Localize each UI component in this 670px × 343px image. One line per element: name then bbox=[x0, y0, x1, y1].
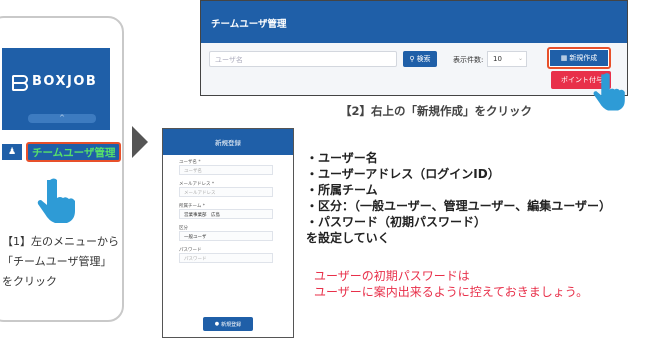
password-note: ユーザーの初期パスワードは ユーザーに案内出来るように控えておきましょう。 bbox=[314, 268, 588, 300]
sidebar-preview-card: BOXJOB ^ ♟ チームユーザ管理 【1】左のメニューから 「チームユーザ管… bbox=[0, 16, 124, 322]
page-title: チームユーザ管理 bbox=[211, 19, 287, 30]
new-create-label: 新規作成 bbox=[569, 54, 598, 62]
page-header: チームユーザ管理 bbox=[201, 1, 627, 43]
step1-line: 「チームユーザ管理」 bbox=[2, 255, 112, 268]
user-icon: ● bbox=[214, 321, 220, 327]
list-item: を設定していく bbox=[306, 231, 390, 245]
boxjob-logo-icon bbox=[12, 74, 28, 91]
pointing-hand-icon bbox=[37, 178, 75, 223]
form-title: 新規登録 bbox=[163, 129, 293, 155]
new-create-button[interactable]: ▦ 新規作成 bbox=[547, 47, 611, 69]
next-step-arrow-icon bbox=[132, 126, 148, 158]
note-line: ユーザーに案内出来るように控えておきましょう。 bbox=[314, 285, 589, 299]
new-registration-form: 新規登録 ユーザ名 * ユーザ名 メールアドレス * メールアドレス 所属チーム… bbox=[162, 128, 294, 338]
logo-text: BOXJOB bbox=[32, 74, 98, 89]
note-line: ユーザーの初期パスワードは bbox=[314, 269, 470, 283]
count-select[interactable]: 10 ⌄ bbox=[487, 51, 527, 67]
list-item: ・ユーザーアドレス（ログインID） bbox=[306, 167, 500, 181]
sidebar-header: BOXJOB ^ bbox=[2, 48, 110, 130]
search-icon: ⚲ bbox=[409, 55, 415, 63]
team-user-management-screen: チームユーザ管理 ユーザ名 ⚲ 検索 表示件数: 10 ⌄ ▦ 新規作成 ポイン… bbox=[200, 0, 628, 111]
list-item: ・所属チーム bbox=[306, 183, 378, 197]
pointing-hand-icon bbox=[593, 73, 625, 111]
list-item: ・ユーザー名 bbox=[306, 151, 378, 165]
boxjob-logo: BOXJOB bbox=[12, 74, 98, 91]
step1-line: をクリック bbox=[2, 275, 57, 288]
sidebar-collapse-button[interactable]: ^ bbox=[28, 114, 96, 123]
search-placeholder: ユーザ名 bbox=[215, 56, 243, 64]
list-item: ・区分：（一般ユーザー、管理ユーザー、編集ユーザー） bbox=[306, 199, 612, 213]
list-item: ・パスワード（初期パスワード） bbox=[306, 215, 487, 229]
step1-line: 【1】左のメニューから bbox=[2, 235, 119, 248]
users-icon: ♟ bbox=[2, 144, 22, 160]
chevron-up-icon: ^ bbox=[59, 114, 65, 122]
search-input[interactable]: ユーザ名 bbox=[209, 51, 397, 67]
email-field[interactable]: メールアドレス bbox=[179, 187, 273, 197]
step1-caption: 【1】左のメニューから 「チームユーザ管理」 をクリック bbox=[2, 232, 122, 292]
password-field[interactable]: パスワード bbox=[179, 253, 273, 263]
sidebar-item-label: チームユーザ管理 bbox=[32, 146, 116, 159]
register-button-label: 新規登録 bbox=[221, 321, 242, 328]
register-button[interactable]: ● 新規登録 bbox=[203, 317, 253, 331]
count-label: 表示件数: bbox=[453, 56, 484, 64]
category-select[interactable]: 一般ユーザ bbox=[179, 231, 273, 241]
step2-caption: 【2】右上の「新規作成」をクリック bbox=[340, 104, 532, 118]
team-select[interactable]: 営業事業部 広島 bbox=[179, 209, 273, 219]
building-icon: ▦ bbox=[560, 54, 568, 62]
sidebar-item-team-user-management[interactable]: チームユーザ管理 bbox=[26, 142, 122, 162]
username-field[interactable]: ユーザ名 bbox=[179, 165, 273, 175]
chevron-down-icon: ⌄ bbox=[517, 55, 523, 62]
settings-list: ・ユーザー名 ・ユーザーアドレス（ログインID） ・所属チーム ・区分：（一般ユ… bbox=[306, 150, 611, 246]
count-value: 10 bbox=[493, 55, 502, 63]
search-button-label: 検索 bbox=[416, 55, 431, 63]
search-button[interactable]: ⚲ 検索 bbox=[403, 51, 437, 67]
